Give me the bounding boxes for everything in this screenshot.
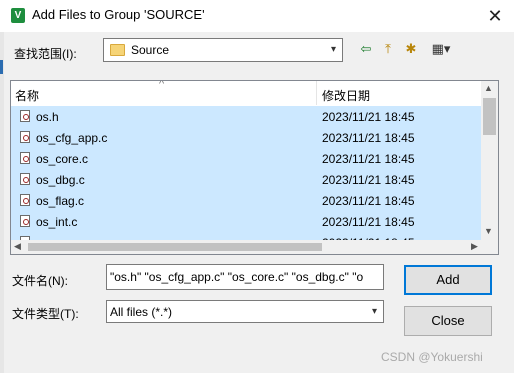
app-icon: V: [11, 8, 25, 23]
c-file-icon: [20, 131, 30, 143]
file-list[interactable]: ^ 名称 修改日期 os.h 2023/11/21 18:45 os_cfg_app…: [10, 80, 499, 255]
chevron-down-icon[interactable]: ▾: [325, 39, 342, 61]
file-name-label: 文件名(N):: [12, 274, 68, 288]
horizontal-scroll-thumb[interactable]: [28, 243, 322, 251]
c-file-icon: [20, 194, 30, 206]
scroll-up-icon[interactable]: ▲: [484, 83, 493, 93]
file-row[interactable]: os.h 2023/11/21 18:45: [11, 106, 481, 127]
file-date-cell: 2023/11/21 18:45: [322, 173, 415, 187]
title-bar: V Add Files to Group 'SOURCE' ✕: [0, 0, 514, 32]
scroll-left-icon[interactable]: ◀: [14, 241, 21, 252]
back-icon[interactable]: ⇦: [358, 40, 374, 58]
file-type-label: 文件类型(T):: [12, 307, 79, 321]
chevron-down-icon[interactable]: ▾: [366, 301, 383, 322]
view-menu-icon[interactable]: ▦▾: [426, 40, 456, 58]
file-name-input[interactable]: "os.h" "os_cfg_app.c" "os_core.c" "os_db…: [106, 264, 384, 290]
c-file-icon: [20, 110, 30, 122]
file-row[interactable]: os_cfg_app.c 2023/11/21 18:45: [11, 127, 481, 148]
c-file-icon: [20, 152, 30, 164]
file-rows: os.h 2023/11/21 18:45 os_cfg_app.c 2023/11/…: [11, 106, 481, 253]
up-folder-icon[interactable]: ⤒: [379, 40, 397, 58]
look-in-label: 查找范围(I):: [14, 47, 77, 61]
file-row[interactable]: os_core.c 2023/11/21 18:45: [11, 148, 481, 169]
file-date-cell: 2023/11/21 18:45: [322, 152, 415, 166]
file-row[interactable]: os_dbg.c 2023/11/21 18:45: [11, 169, 481, 190]
file-date-cell: 2023/11/21 18:45: [322, 110, 415, 124]
file-type-combo[interactable]: All files (*.*) ▾: [106, 300, 384, 323]
file-name-cell: os_int.c: [36, 215, 78, 229]
scroll-right-icon[interactable]: ▶: [471, 241, 478, 252]
file-date-cell: 2023/11/21 18:45: [322, 194, 415, 208]
file-name-cell: os_cfg_app.c: [36, 131, 108, 145]
file-name-value: "os.h" "os_cfg_app.c" "os_core.c" "os_db…: [110, 270, 364, 284]
file-name-cell: os.h: [36, 110, 59, 124]
vertical-scroll-thumb[interactable]: [483, 98, 496, 135]
file-row[interactable]: os_flag.c 2023/11/21 18:45: [11, 190, 481, 211]
window-title: Add Files to Group 'SOURCE': [32, 7, 205, 22]
look-in-combo[interactable]: Source ▾: [103, 38, 343, 62]
close-button[interactable]: Close: [404, 306, 492, 336]
horizontal-scrollbar[interactable]: ◀ ▶: [11, 240, 498, 254]
file-type-value: All files (*.*): [110, 305, 173, 319]
look-in-value: Source: [131, 43, 170, 57]
file-row[interactable]: os_int.c 2023/11/21 18:45: [11, 211, 481, 232]
file-name-cell: os_flag.c: [36, 194, 85, 208]
sort-ascending-icon: ^: [159, 80, 165, 90]
folder-icon: [110, 44, 125, 56]
column-header-name[interactable]: 名称: [15, 87, 39, 104]
window-edge: [0, 32, 4, 373]
new-folder-icon[interactable]: ✱: [402, 40, 420, 58]
file-date-cell: 2023/11/21 18:45: [322, 131, 415, 145]
scroll-down-icon[interactable]: ▼: [484, 226, 493, 236]
add-button[interactable]: Add: [404, 265, 492, 295]
file-name-cell: os_dbg.c: [36, 173, 85, 187]
file-name-cell: os_core.c: [36, 152, 89, 166]
c-file-icon: [20, 215, 30, 227]
c-file-icon: [20, 173, 30, 185]
column-divider[interactable]: [316, 81, 317, 105]
close-icon[interactable]: ✕: [480, 4, 510, 28]
watermark: CSDN @Yokuershi: [381, 350, 483, 364]
background-window-marker: [0, 60, 3, 74]
column-header-date[interactable]: 修改日期: [322, 87, 370, 104]
file-date-cell: 2023/11/21 18:45: [322, 215, 415, 229]
vertical-scrollbar[interactable]: ▲ ▼: [481, 81, 498, 240]
